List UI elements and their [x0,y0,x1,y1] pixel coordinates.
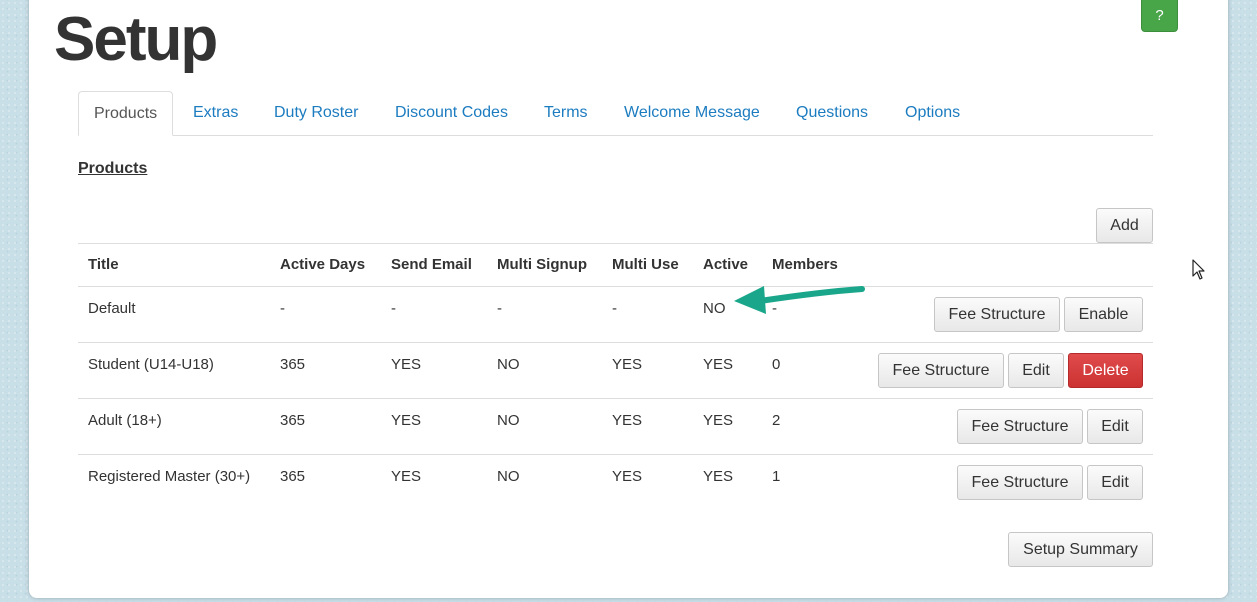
cell-multi-use: - [612,300,617,317]
column-header-multi-signup: Multi Signup [497,256,587,273]
cell-multi-signup: NO [497,468,520,485]
column-header-send-email: Send Email [391,256,472,273]
section-title: Products [78,160,148,177]
edit-button[interactable]: Edit [1008,353,1064,388]
page-title: Setup [54,5,218,74]
delete-button[interactable]: Delete [1068,353,1143,388]
cell-active: YES [703,412,734,429]
cell-send-email: YES [391,356,422,373]
cell-send-email: YES [391,412,422,429]
cell-title: Registered Master (30+) [88,468,251,485]
table-header-divider [78,286,1153,287]
cell-active: YES [703,356,734,373]
tab-bar: Products Extras Duty Roster Discount Cod… [78,91,1153,136]
cell-multi-use: YES [612,468,643,485]
tab-options[interactable]: Options [905,91,960,136]
fee-structure-button[interactable]: Fee Structure [878,353,1004,388]
cell-multi-signup: NO [497,356,520,373]
fee-structure-button[interactable]: Fee Structure [934,297,1060,332]
cell-multi-signup: NO [497,412,520,429]
fee-structure-button[interactable]: Fee Structure [957,465,1083,500]
tab-questions[interactable]: Questions [796,91,868,136]
cell-multi-use: YES [612,356,643,373]
tab-terms[interactable]: Terms [544,91,588,136]
cell-multi-use: YES [612,412,643,429]
add-button[interactable]: Add [1096,208,1153,243]
edit-button[interactable]: Edit [1087,409,1143,444]
cell-title: Default [88,300,136,317]
green-arrow-icon [734,286,865,314]
tab-duty-roster[interactable]: Duty Roster [274,91,358,136]
cell-send-email: - [391,300,396,317]
table-top-border [78,243,1153,244]
help-button[interactable]: ? [1141,0,1178,32]
tab-discount-codes[interactable]: Discount Codes [395,91,508,136]
tab-extras[interactable]: Extras [193,91,238,136]
cell-active-days: - [280,300,285,317]
fee-structure-button[interactable]: Fee Structure [957,409,1083,444]
column-header-multi-use: Multi Use [612,256,679,273]
cell-title: Student (U14-U18) [88,356,214,373]
enable-button[interactable]: Enable [1064,297,1143,332]
row-divider [78,398,1153,399]
cell-members: 1 [772,468,781,485]
cell-active-days: 365 [280,412,306,429]
edit-button[interactable]: Edit [1087,465,1143,500]
cell-members: 0 [772,356,781,373]
cell-members: 2 [772,412,781,429]
column-header-members: Members [772,256,838,273]
mouse-pointer-icon [1192,259,1205,280]
cell-title: Adult (18+) [88,412,162,429]
row-divider [78,342,1153,343]
column-header-active: Active [703,256,749,273]
column-header-title: Title [88,256,119,273]
tab-welcome-message[interactable]: Welcome Message [624,91,760,136]
tab-products[interactable]: Products [78,91,174,136]
column-header-active-days: Active Days [280,256,366,273]
cell-active-days: 365 [280,356,306,373]
cell-multi-signup: - [497,300,502,317]
cell-send-email: YES [391,468,422,485]
setup-summary-button[interactable]: Setup Summary [1008,532,1153,567]
cell-active-days: 365 [280,468,306,485]
cell-active: NO [703,300,726,317]
cell-active: YES [703,468,734,485]
row-divider [78,454,1153,455]
